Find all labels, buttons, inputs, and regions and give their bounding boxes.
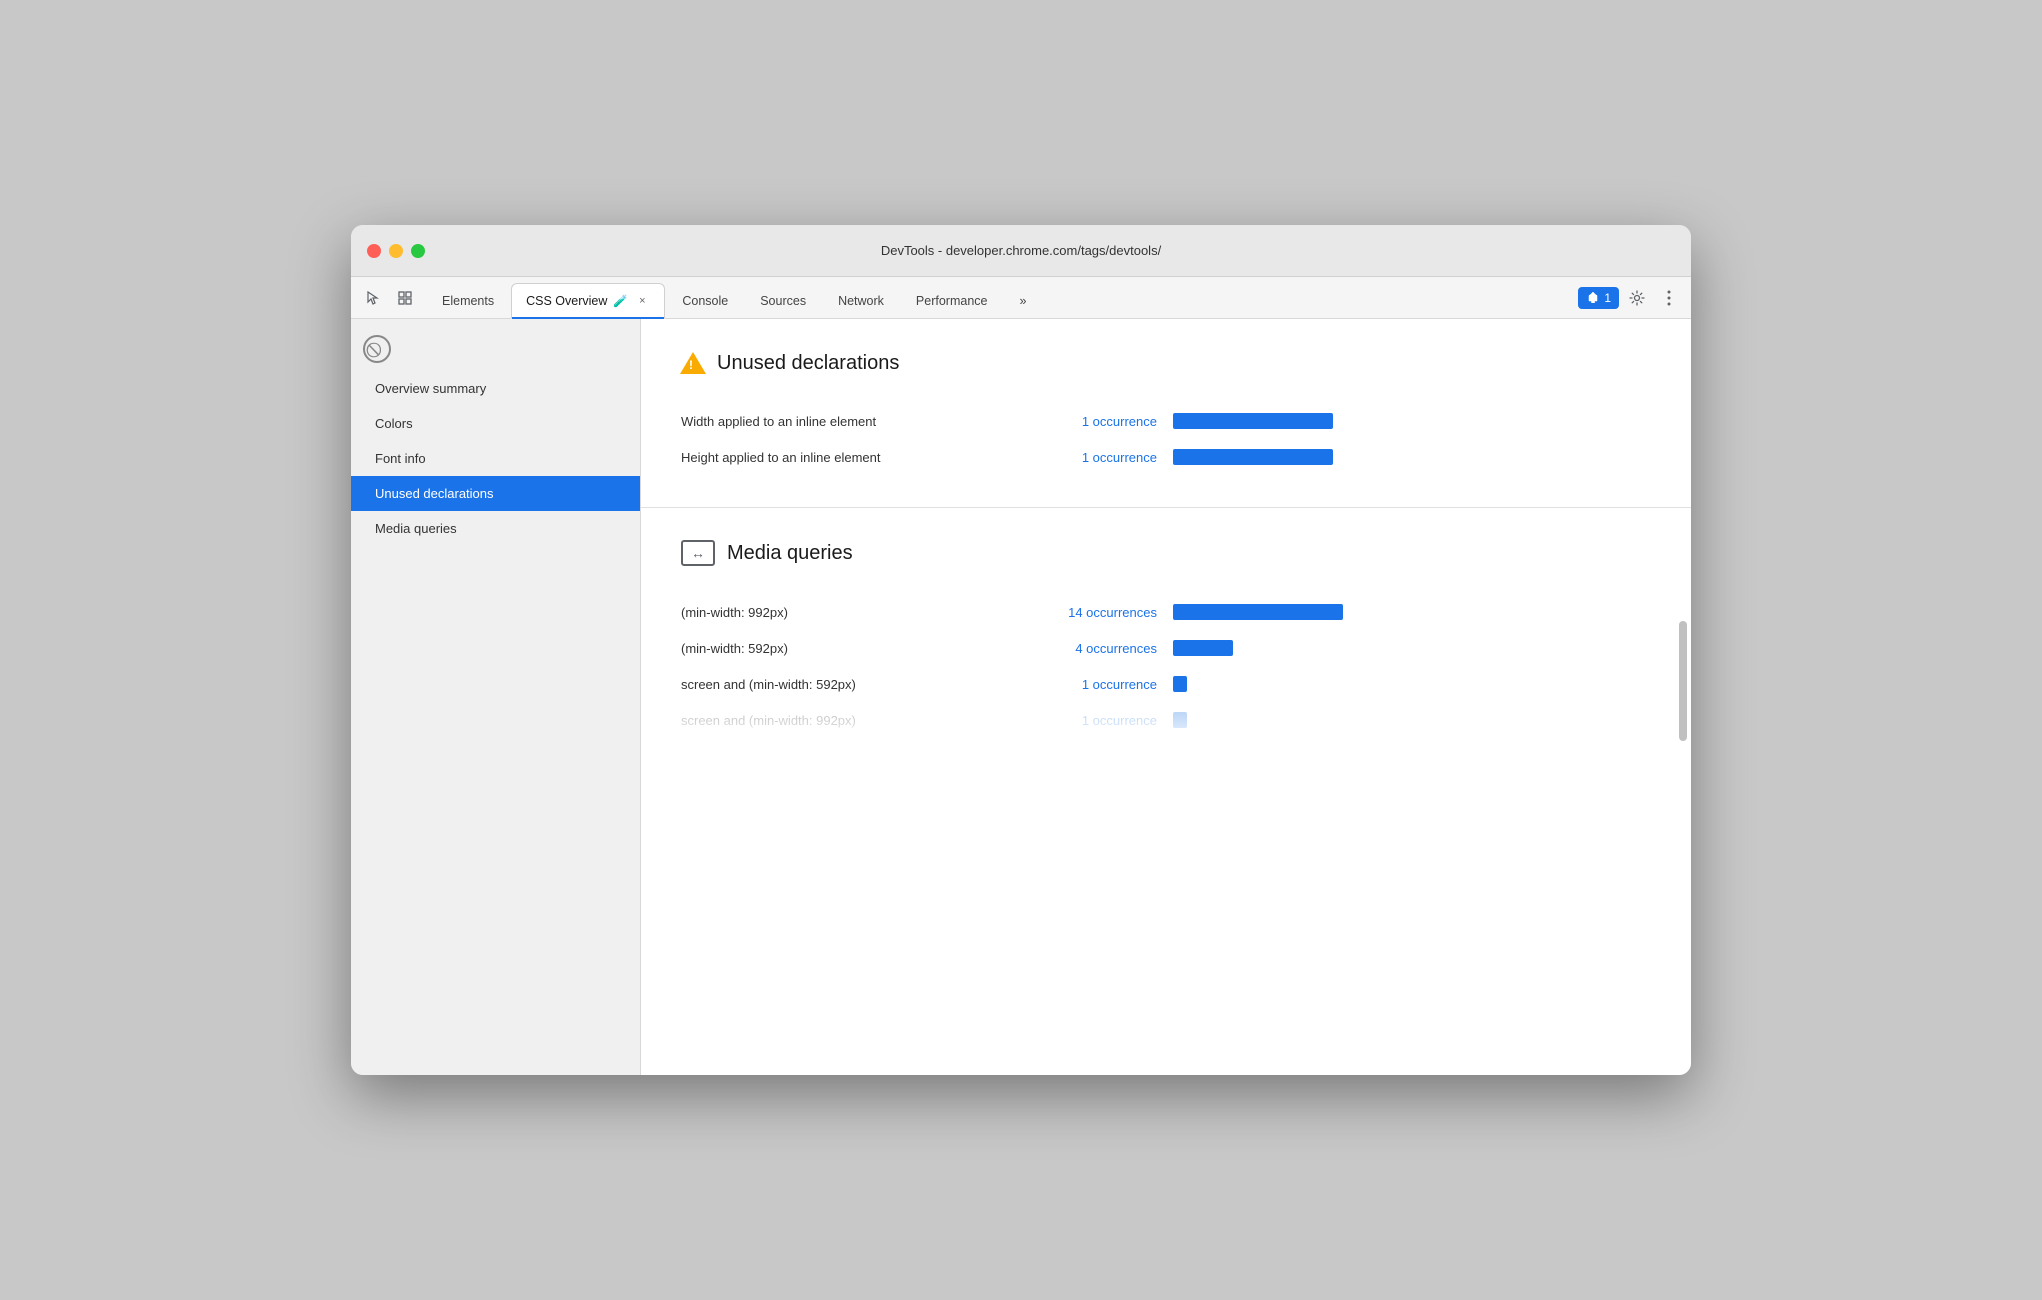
item-bar-container xyxy=(1173,604,1651,620)
table-row: (min-width: 992px) 14 occurrences xyxy=(681,594,1651,630)
inspect-icon[interactable] xyxy=(391,284,419,312)
tabs-list: Elements CSS Overview 🧪 × Console Source… xyxy=(427,282,1570,318)
media-queries-section: ↔ Media queries (min-width: 992px) 14 oc… xyxy=(641,508,1691,750)
notification-count: 1 xyxy=(1604,291,1611,305)
item-bar xyxy=(1173,676,1187,692)
css-overview-flask-icon: 🧪 xyxy=(613,294,628,308)
media-queries-header: ↔ Media queries xyxy=(681,540,1651,566)
settings-icon[interactable] xyxy=(1623,284,1651,312)
arrows-icon: ↔ xyxy=(681,540,715,566)
item-label: (min-width: 992px) xyxy=(681,605,1021,620)
tab-bar: Elements CSS Overview 🧪 × Console Source… xyxy=(351,277,1691,319)
item-bar xyxy=(1173,449,1333,465)
item-bar xyxy=(1173,413,1333,429)
more-options-icon[interactable] xyxy=(1655,284,1683,312)
tab-performance-label: Performance xyxy=(916,294,988,308)
item-label: (min-width: 592px) xyxy=(681,641,1021,656)
tab-more[interactable]: » xyxy=(1004,282,1041,318)
cursor-icon[interactable] xyxy=(359,284,387,312)
main-area: ⃠ Overview summary Colors Font info Unus… xyxy=(351,319,1691,1075)
sidebar-item-colors-label: Colors xyxy=(375,416,413,431)
item-occurrence[interactable]: 4 occurrences xyxy=(1037,641,1157,656)
item-bar xyxy=(1173,640,1233,656)
sidebar-item-media-queries-label: Media queries xyxy=(375,521,457,536)
tab-performance[interactable]: Performance xyxy=(901,282,1003,318)
unused-declarations-header: Unused declarations xyxy=(681,351,1651,375)
tab-more-label: » xyxy=(1019,294,1026,308)
item-occurrence[interactable]: 1 occurrence xyxy=(1037,677,1157,692)
item-occurrence[interactable]: 14 occurrences xyxy=(1037,605,1157,620)
table-row: screen and (min-width: 592px) 1 occurren… xyxy=(681,666,1651,702)
sidebar-item-colors[interactable]: Colors xyxy=(351,406,640,441)
item-bar-container xyxy=(1173,413,1651,429)
media-queries-title: Media queries xyxy=(727,542,853,565)
item-bar xyxy=(1173,712,1187,728)
sidebar-item-unused-declarations[interactable]: Unused declarations xyxy=(351,476,640,511)
item-bar xyxy=(1173,604,1343,620)
sidebar-item-unused-declarations-label: Unused declarations xyxy=(375,486,494,501)
tab-sources[interactable]: Sources xyxy=(745,282,821,318)
table-row: Height applied to an inline element 1 oc… xyxy=(681,439,1651,475)
unused-declarations-section: Unused declarations Width applied to an … xyxy=(641,319,1691,508)
item-label: screen and (min-width: 592px) xyxy=(681,677,1021,692)
title-bar: DevTools - developer.chrome.com/tags/dev… xyxy=(351,225,1691,277)
item-bar-container xyxy=(1173,676,1651,692)
notification-button[interactable]: 1 xyxy=(1578,287,1619,309)
tab-css-overview-label: CSS Overview xyxy=(526,294,607,308)
table-row: Width applied to an inline element 1 occ… xyxy=(681,403,1651,439)
tab-network[interactable]: Network xyxy=(823,282,899,318)
tab-bar-right: 1 xyxy=(1570,284,1683,318)
tab-console-label: Console xyxy=(682,294,728,308)
table-row: screen and (min-width: 992px) 1 occurren… xyxy=(681,702,1651,738)
tab-css-overview[interactable]: CSS Overview 🧪 × xyxy=(511,283,665,319)
warning-icon xyxy=(681,351,705,375)
item-label: Width applied to an inline element xyxy=(681,414,1021,429)
devtools-window: DevTools - developer.chrome.com/tags/dev… xyxy=(351,225,1691,1075)
item-label: screen and (min-width: 992px) xyxy=(681,713,1021,728)
tab-bar-tools xyxy=(359,284,427,318)
tab-close-icon[interactable]: × xyxy=(634,293,650,309)
tab-sources-label: Sources xyxy=(760,294,806,308)
tab-console[interactable]: Console xyxy=(667,282,743,318)
tab-network-label: Network xyxy=(838,294,884,308)
item-bar-container xyxy=(1173,712,1651,728)
no-entry-icon[interactable]: ⃠ xyxy=(363,335,391,363)
maximize-button[interactable] xyxy=(411,244,425,258)
table-row: (min-width: 592px) 4 occurrences xyxy=(681,630,1651,666)
sidebar-item-font-info-label: Font info xyxy=(375,451,426,466)
minimize-button[interactable] xyxy=(389,244,403,258)
close-button[interactable] xyxy=(367,244,381,258)
unused-declarations-title: Unused declarations xyxy=(717,352,899,375)
sidebar-item-font-info[interactable]: Font info xyxy=(351,441,640,476)
tab-elements[interactable]: Elements xyxy=(427,282,509,318)
sidebar: ⃠ Overview summary Colors Font info Unus… xyxy=(351,319,641,1075)
content-area[interactable]: Unused declarations Width applied to an … xyxy=(641,319,1691,1075)
item-bar-container xyxy=(1173,449,1651,465)
item-occurrence[interactable]: 1 occurrence xyxy=(1037,414,1157,429)
tab-elements-label: Elements xyxy=(442,294,494,308)
sidebar-item-media-queries[interactable]: Media queries xyxy=(351,511,640,546)
item-bar-container xyxy=(1173,640,1651,656)
traffic-lights xyxy=(367,244,425,258)
item-occurrence[interactable]: 1 occurrence xyxy=(1037,450,1157,465)
sidebar-item-overview-summary-label: Overview summary xyxy=(375,381,486,396)
item-occurrence[interactable]: 1 occurrence xyxy=(1037,713,1157,728)
sidebar-top: ⃠ xyxy=(351,327,640,371)
window-title: DevTools - developer.chrome.com/tags/dev… xyxy=(881,243,1161,258)
scrollbar[interactable] xyxy=(1679,621,1687,741)
item-label: Height applied to an inline element xyxy=(681,450,1021,465)
sidebar-item-overview-summary[interactable]: Overview summary xyxy=(351,371,640,406)
